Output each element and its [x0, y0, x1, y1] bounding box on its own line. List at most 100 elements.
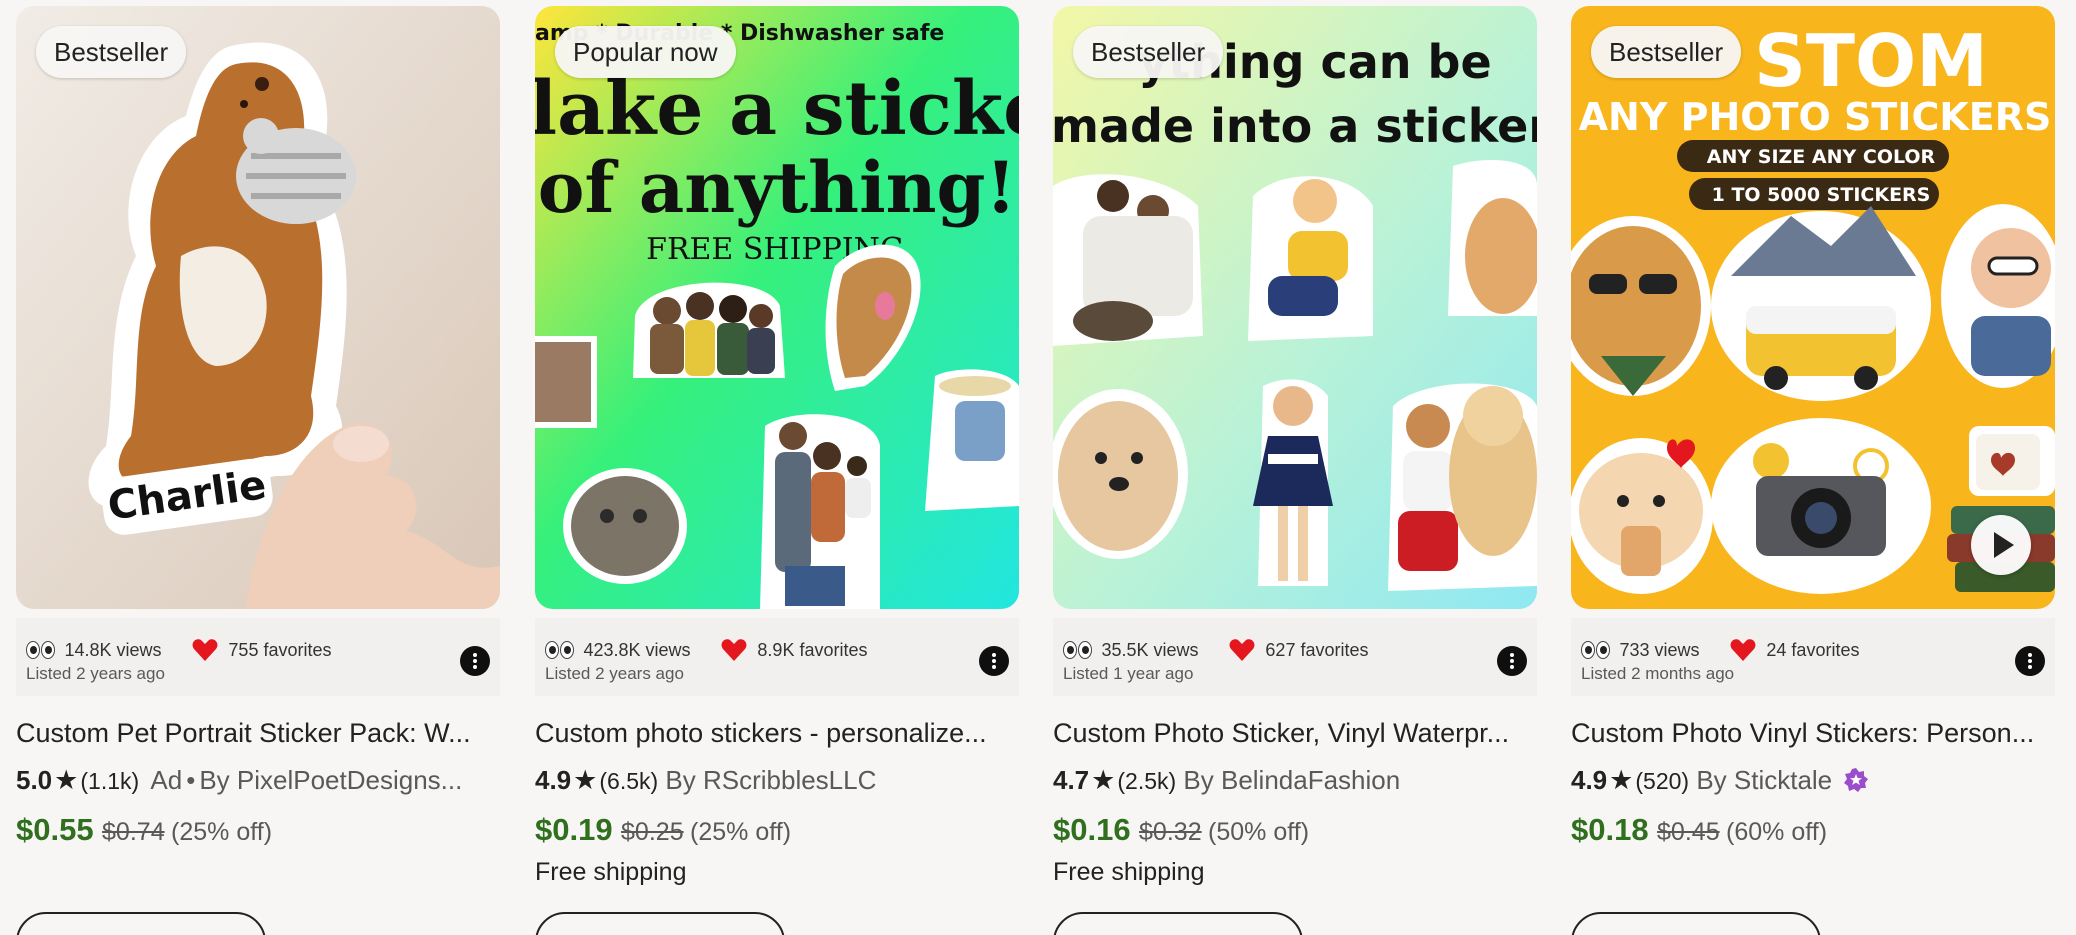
review-count: (1.1k)	[80, 768, 140, 794]
image-pill-2: 1 TO 5000 STICKERS	[1712, 184, 1931, 206]
favorites-count: 755 favorites	[228, 639, 332, 660]
image-pill-1: ANY SIZE ANY COLOR	[1707, 146, 1936, 168]
favorites-count: 8.9K favorites	[757, 639, 868, 660]
heart-icon	[192, 638, 218, 662]
play-icon[interactable]	[1971, 515, 2031, 575]
star-seller-icon	[1844, 768, 1869, 792]
listing-stats: 14.8K views 755 favorites Listed 2 years…	[16, 618, 500, 696]
bestseller-badge: Bestseller	[36, 26, 187, 78]
free-shipping-label: Free shipping	[535, 858, 687, 886]
listed-date: Listed 1 year ago	[1063, 664, 1194, 683]
popular-now-badge: Popular now	[555, 26, 736, 78]
original-price: $0.32	[1139, 818, 1202, 846]
free-shipping-label: Free shipping	[1053, 858, 1205, 886]
review-count: (2.5k)	[1117, 768, 1177, 794]
more-options-icon[interactable]	[979, 646, 1009, 676]
eyes-icon	[26, 639, 56, 661]
sale-price: $0.55	[16, 812, 94, 847]
eyes-icon	[545, 639, 575, 661]
listing-stats: 35.5K views 627 favorites Listed 1 year …	[1053, 618, 1537, 696]
original-price: $0.45	[1657, 818, 1720, 846]
listing-card[interactable]: amp * Durable * Dishwasher safe lake a s…	[535, 0, 1019, 935]
separator-dot: •	[186, 765, 196, 795]
views-count: 423.8K views	[583, 639, 691, 660]
views-count: 733 views	[1619, 639, 1700, 660]
star-icon: ★	[1091, 765, 1116, 795]
favorites-count: 627 favorites	[1265, 639, 1369, 660]
listing-image[interactable]: STOM ANY PHOTO STICKERS ANY SIZE ANY COL…	[1571, 6, 2055, 609]
pet-sticker-photo: Charlie	[16, 6, 500, 609]
discount-label: (25% off)	[171, 818, 273, 846]
star-icon: ★	[54, 765, 79, 795]
photo-stickers-collage: ything can be made into a sticker	[1053, 6, 1537, 609]
photo-stickers-collage: amp * Durable * Dishwasher safe lake a s…	[535, 6, 1019, 609]
sale-price: $0.18	[1571, 812, 1649, 847]
price-row: $0.18 $0.45 (60% off)	[1571, 812, 1827, 848]
listing-image[interactable]: amp * Durable * Dishwasher safe lake a s…	[535, 6, 1019, 609]
listing-stats: 733 views 24 favorites Listed 2 months a…	[1571, 618, 2055, 696]
listed-date: Listed 2 months ago	[1581, 664, 1735, 683]
rating-value: 5.0	[16, 765, 53, 795]
bestseller-badge: Bestseller	[1591, 26, 1742, 78]
listing-title[interactable]: Custom Photo Sticker, Vinyl Waterpr...	[1053, 718, 1537, 749]
listing-title[interactable]: Custom Photo Vinyl Stickers: Person...	[1571, 718, 2055, 749]
star-icon: ★	[573, 765, 598, 795]
heart-icon	[721, 638, 747, 662]
listed-date: Listed 2 years ago	[26, 664, 165, 683]
listing-card[interactable]: STOM ANY PHOTO STICKERS ANY SIZE ANY COL…	[1571, 0, 2055, 935]
image-headline-1: STOM	[1754, 19, 1988, 103]
heart-icon	[1730, 638, 1756, 662]
listing-image[interactable]: Charlie Bestseller	[16, 6, 500, 609]
review-count: (520)	[1635, 768, 1690, 794]
add-to-cart-button[interactable]	[535, 912, 785, 935]
rating-value: 4.9	[1571, 765, 1608, 795]
add-to-cart-button[interactable]	[1571, 912, 1821, 935]
favorites-count: 24 favorites	[1766, 639, 1860, 660]
custom-stickers-promo: STOM ANY PHOTO STICKERS ANY SIZE ANY COL…	[1571, 6, 2055, 609]
price-row: $0.16 $0.32 (50% off)	[1053, 812, 1309, 848]
original-price: $0.74	[102, 818, 165, 846]
more-options-icon[interactable]	[2015, 646, 2045, 676]
ad-label: Ad	[150, 765, 183, 795]
shop-name[interactable]: By PixelPoetDesigns...	[199, 765, 462, 795]
price-row: $0.19 $0.25 (25% off)	[535, 812, 791, 848]
rating-value: 4.7	[1053, 765, 1090, 795]
discount-label: (25% off)	[690, 818, 792, 846]
eyes-icon	[1063, 639, 1093, 661]
discount-label: (60% off)	[1726, 818, 1828, 846]
add-to-cart-button[interactable]	[16, 912, 266, 935]
sale-price: $0.16	[1053, 812, 1131, 847]
listing-meta: 4.9★(6.5k) By RScribblesLLC	[535, 765, 1019, 796]
original-price: $0.25	[621, 818, 684, 846]
listed-date: Listed 2 years ago	[545, 664, 684, 683]
listing-meta: 4.9★(520) By Sticktale	[1571, 765, 2055, 796]
shop-name[interactable]: By BelindaFashion	[1183, 765, 1400, 795]
eyes-icon	[1581, 639, 1611, 661]
bestseller-badge: Bestseller	[1073, 26, 1224, 78]
listing-card[interactable]: ything can be made into a sticker Bestse…	[1053, 0, 1537, 935]
rating-value: 4.9	[535, 765, 572, 795]
image-headline-2: ANY PHOTO STICKERS	[1579, 95, 2052, 139]
more-options-icon[interactable]	[1497, 646, 1527, 676]
listing-meta: 5.0★(1.1k) Ad • By PixelPoetDesigns...	[16, 765, 500, 796]
image-headline-2: of anything!	[538, 146, 1016, 229]
listing-grid: Charlie Bestseller 14.8K views 755 favor…	[0, 0, 2076, 935]
listing-card[interactable]: Charlie Bestseller 14.8K views 755 favor…	[16, 0, 500, 935]
image-headline-1: lake a sticker ou	[535, 66, 1019, 152]
listing-title[interactable]: Custom Pet Portrait Sticker Pack: W...	[16, 718, 500, 749]
heart-icon	[1229, 638, 1255, 662]
add-to-cart-button[interactable]	[1053, 912, 1303, 935]
listing-image[interactable]: ything can be made into a sticker Bestse…	[1053, 6, 1537, 609]
views-count: 35.5K views	[1101, 639, 1199, 660]
more-options-icon[interactable]	[460, 646, 490, 676]
shop-name[interactable]: By RScribblesLLC	[665, 765, 876, 795]
star-icon: ★	[1609, 765, 1634, 795]
discount-label: (50% off)	[1208, 818, 1310, 846]
review-count: (6.5k)	[599, 768, 659, 794]
shop-name[interactable]: By Sticktale	[1696, 765, 1832, 795]
listing-title[interactable]: Custom photo stickers - personalize...	[535, 718, 1019, 749]
listing-meta: 4.7★(2.5k) By BelindaFashion	[1053, 765, 1537, 796]
listing-stats: 423.8K views 8.9K favorites Listed 2 yea…	[535, 618, 1019, 696]
price-row: $0.55 $0.74 (25% off)	[16, 812, 272, 848]
image-headline-2: made into a sticker	[1053, 99, 1537, 153]
